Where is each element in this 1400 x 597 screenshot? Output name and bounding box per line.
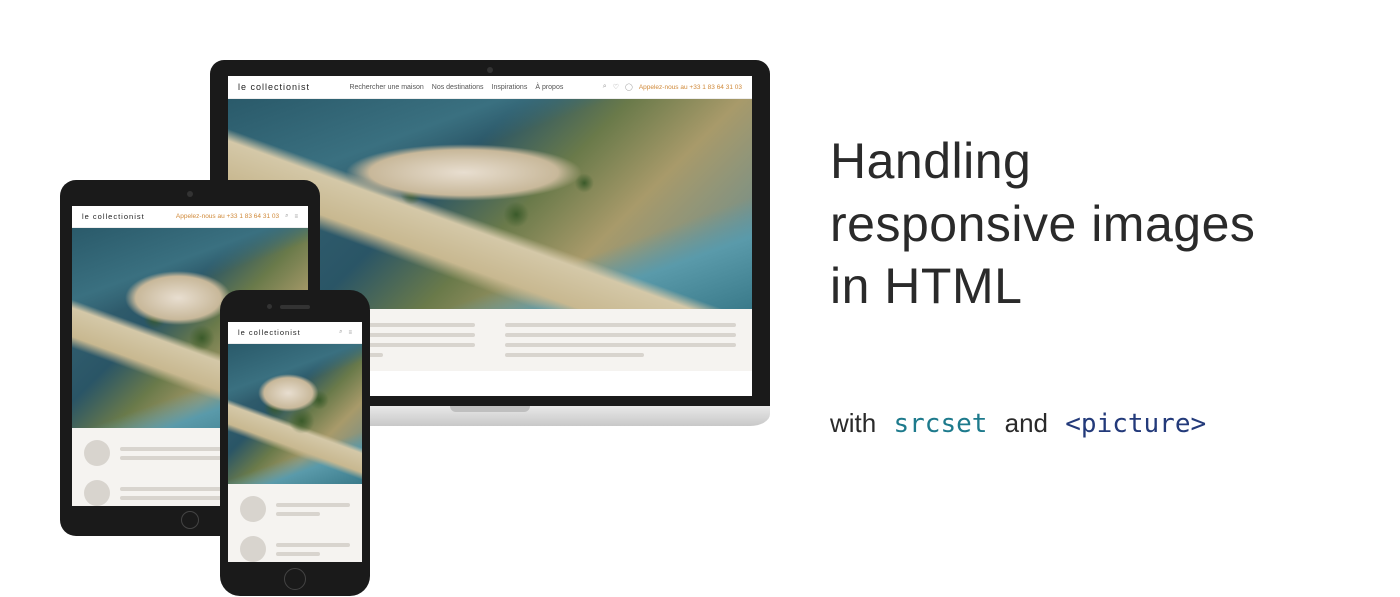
avatar-placeholder [84, 440, 110, 466]
menu-icon: ≡ [348, 330, 352, 336]
speaker-icon [280, 305, 310, 309]
phone-mockup: le collectionist ⌕ ≡ [220, 290, 370, 596]
nav-search-house: Rechercher une maison [349, 84, 423, 91]
text-placeholder [276, 543, 350, 556]
brand-logo: le collectionist [238, 82, 310, 92]
device-mockups: le collectionist Rechercher une maison N… [60, 60, 780, 560]
header-icons: Appelez-nous au +33 1 83 64 31 03 ⌕ ≡ [176, 213, 298, 220]
menu-icon: ≡ [294, 214, 298, 220]
nav-destinations: Nos destinations [432, 84, 484, 91]
header-icons: ⌕ ♡ ◯ Appelez-nous au +33 1 83 64 31 03 [603, 83, 742, 91]
main-nav: Rechercher une maison Nos destinations I… [349, 84, 563, 91]
article-title: Handling responsive images in HTML [830, 130, 1370, 318]
phone-screen: le collectionist ⌕ ≡ [228, 322, 362, 562]
title-line-3: in HTML [830, 258, 1022, 314]
placeholder-line [120, 496, 226, 500]
title-line-1: Handling [830, 133, 1031, 189]
list-item [240, 536, 350, 562]
brand-logo: le collectionist [82, 212, 145, 221]
site-header: le collectionist ⌕ ≡ [228, 322, 362, 344]
nav-inspirations: Inspirations [492, 84, 528, 91]
article-subtitle: with srcset and <picture> [830, 408, 1370, 439]
placeholder-line [276, 552, 320, 556]
camera-icon [267, 304, 272, 309]
placeholder-line [505, 333, 736, 337]
list-item [240, 496, 350, 522]
search-icon: ⌕ [603, 83, 607, 91]
search-icon: ⌕ [339, 329, 342, 336]
hero-image [228, 344, 362, 484]
search-icon: ⌕ [285, 213, 288, 220]
placeholder-line [276, 543, 350, 547]
home-button-icon [181, 511, 199, 529]
call-us-text: Appelez-nous au +33 1 83 64 31 03 [176, 213, 279, 220]
subtitle-with: with [830, 408, 876, 438]
avatar-placeholder [84, 480, 110, 506]
text-placeholder [276, 503, 350, 516]
headline-block: Handling responsive images in HTML with … [830, 130, 1370, 439]
placeholder-line [505, 323, 736, 327]
site-header: le collectionist Rechercher une maison N… [228, 76, 752, 99]
avatar-placeholder [240, 536, 266, 562]
camera-icon [187, 191, 193, 197]
content-placeholder [228, 484, 362, 562]
avatar-placeholder [240, 496, 266, 522]
title-line-2: responsive images [830, 196, 1255, 252]
placeholder-line [120, 456, 226, 460]
call-us-text: Appelez-nous au +33 1 83 64 31 03 [639, 84, 742, 91]
placeholder-line [505, 343, 736, 347]
camera-icon [487, 67, 493, 73]
nav-about: À propos [535, 84, 563, 91]
code-srcset: srcset [893, 409, 987, 439]
site-header: le collectionist Appelez-nous au +33 1 8… [72, 206, 308, 228]
code-picture: <picture> [1065, 409, 1206, 439]
subtitle-and: and [1005, 408, 1048, 438]
user-icon: ◯ [625, 83, 633, 91]
home-button-icon [284, 568, 306, 590]
heart-icon: ♡ [613, 83, 619, 91]
brand-logo: le collectionist [238, 328, 301, 337]
placeholder-line [276, 512, 320, 516]
placeholder-column [505, 323, 736, 357]
header-icons: ⌕ ≡ [339, 329, 352, 336]
placeholder-line [505, 353, 644, 357]
placeholder-line [276, 503, 350, 507]
